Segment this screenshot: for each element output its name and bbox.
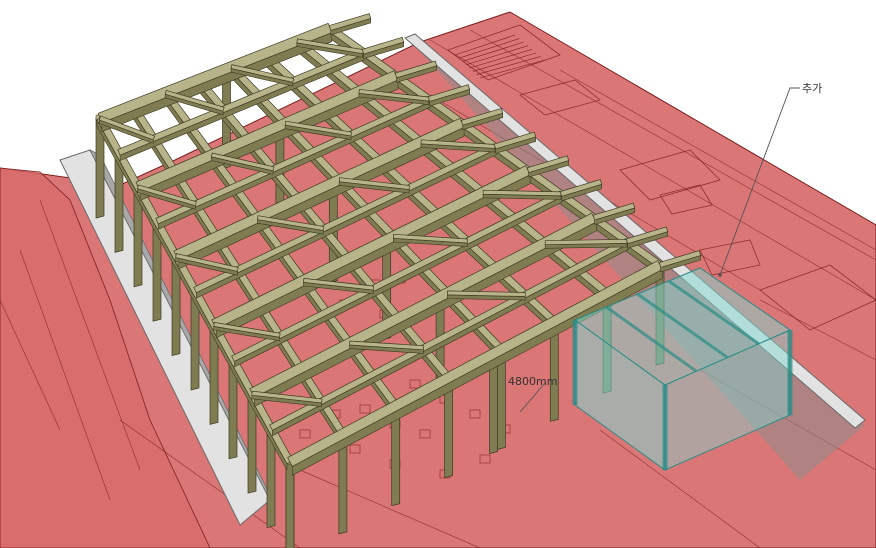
model-scene[interactable] — [0, 0, 876, 548]
add-annotation-label: 추가 — [802, 82, 823, 95]
dimension-label: 4800mm — [508, 375, 558, 388]
add-leader-dot — [718, 273, 722, 277]
sketchup-viewport[interactable]: 추가 4800mm — [0, 0, 876, 548]
